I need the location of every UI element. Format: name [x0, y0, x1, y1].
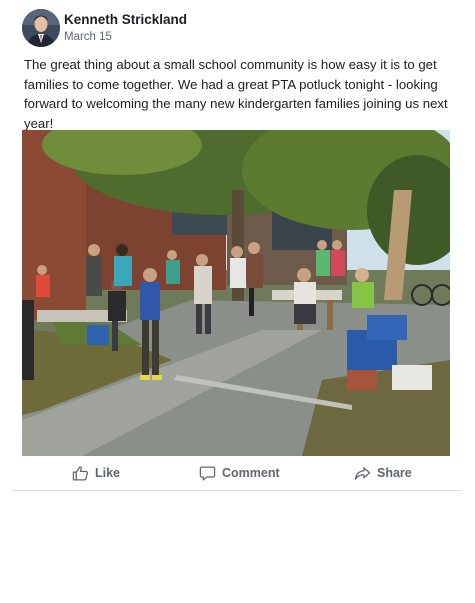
- comment-label: Comment: [222, 466, 280, 480]
- share-button[interactable]: Share: [354, 463, 412, 483]
- post-photo[interactable]: [22, 130, 450, 456]
- share-label: Share: [377, 466, 412, 480]
- post-header: Kenneth Strickland March 15: [12, 6, 462, 52]
- feed-post: Kenneth Strickland March 15 The great th…: [12, 6, 462, 491]
- author-avatar[interactable]: [22, 9, 60, 47]
- like-button[interactable]: Like: [72, 463, 120, 483]
- post-actions-bar: Like Comment Share: [12, 455, 462, 491]
- share-arrow-icon: [354, 466, 371, 480]
- post-body-text: The great thing about a small school com…: [24, 57, 448, 131]
- comment-button[interactable]: Comment: [199, 463, 280, 483]
- speech-bubble-icon: [199, 465, 216, 481]
- post-timestamp[interactable]: March 15: [64, 31, 112, 43]
- like-label: Like: [95, 466, 121, 480]
- thumbs-up-icon: [72, 465, 88, 481]
- author-name[interactable]: Kenneth Strickland: [64, 12, 187, 27]
